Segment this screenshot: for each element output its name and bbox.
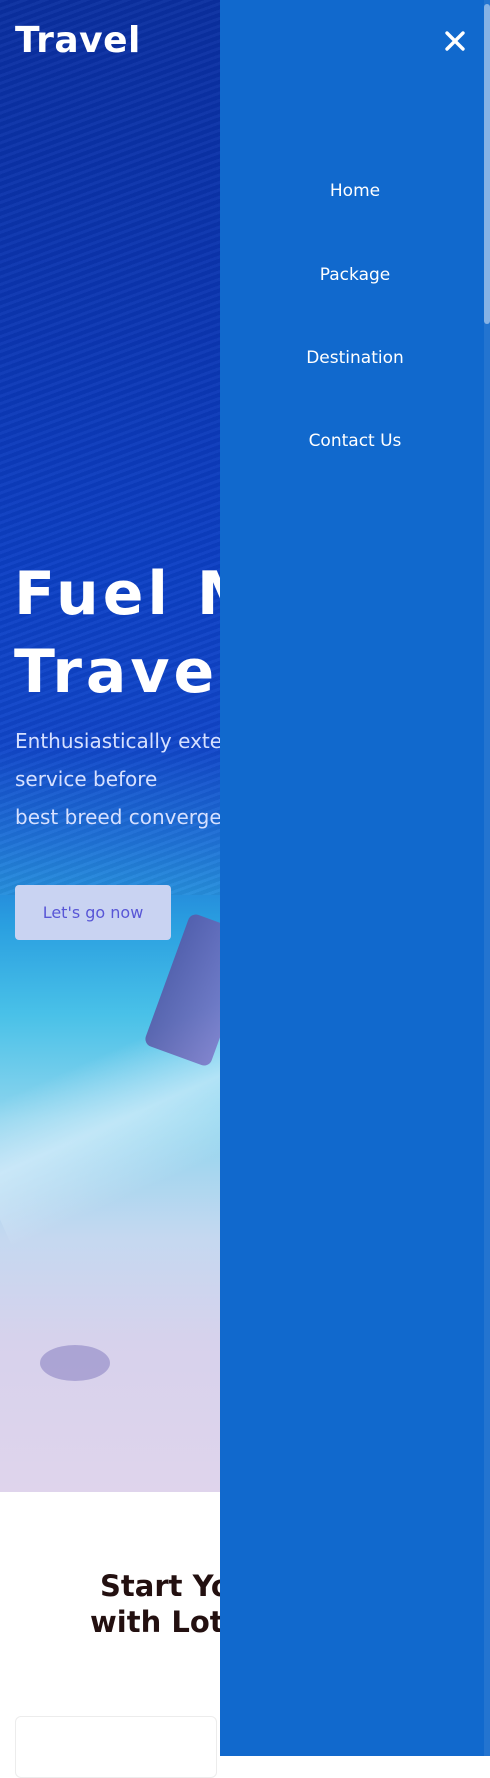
page-scrollbar[interactable]	[484, 0, 490, 1756]
nav-item-destination[interactable]: Destination	[220, 348, 490, 368]
hero-description-line: Enthusiastically exter	[15, 729, 231, 753]
hero-description-line: best breed converge	[15, 805, 222, 829]
hero-description-line: service before	[15, 767, 158, 791]
nav-item-home[interactable]: Home	[220, 181, 490, 201]
nav-drawer: Home Package Destination Contact Us	[220, 0, 490, 1756]
package-card[interactable]	[15, 1716, 217, 1778]
close-icon	[445, 31, 465, 51]
lets-go-button[interactable]: Let's go now	[15, 885, 171, 940]
hero-rock-image	[40, 1345, 110, 1381]
hero-description: Enthusiastically exter service before be…	[15, 722, 230, 836]
scrollbar-thumb[interactable]	[484, 4, 490, 324]
nav-item-package[interactable]: Package	[220, 265, 490, 285]
nav-item-contact-us[interactable]: Contact Us	[220, 431, 490, 451]
site-logo[interactable]: Travel	[15, 20, 141, 61]
close-menu-button[interactable]	[442, 28, 468, 54]
